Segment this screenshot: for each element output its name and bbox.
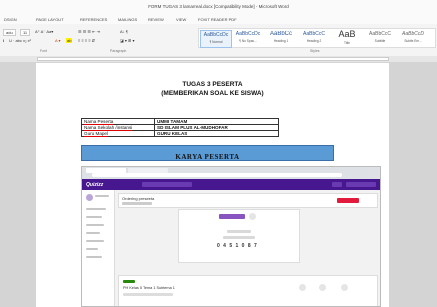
join-url [223, 236, 255, 239]
tab-page-layout[interactable]: PAGE LAYOUT [36, 17, 64, 22]
sidebar-item [86, 240, 104, 242]
join-text [227, 230, 251, 233]
format-icons[interactable]: U · abc x₂ x² [9, 38, 31, 43]
embedded-screenshot[interactable]: Quizizz Ordering preseeta 0 4 5 1 0 8 7 … [81, 166, 381, 307]
sidebar-item [86, 256, 102, 258]
sidebar-item [86, 216, 102, 218]
style-heading-2[interactable]: AaBbCcC Heading 2 [299, 30, 329, 46]
table-row: Guru Mapel GURU KELAS [81, 130, 279, 137]
tab-foxit-reader-pdf[interactable]: FOXIT READER PDF [198, 17, 237, 22]
quizizz-header: Quizizz [82, 179, 380, 190]
style-name: Heading 1 [273, 39, 289, 43]
sidebar-item [86, 248, 98, 250]
header-button [346, 182, 376, 187]
browser-chrome [82, 167, 380, 179]
style-sample: AaBbCc [269, 31, 292, 37]
sort-icon[interactable]: A↓ ¶ [120, 29, 128, 34]
style-name: Title [344, 41, 350, 45]
tab-review[interactable]: REVIEW [148, 17, 164, 22]
quiz-detail-card: PH Kelas 5 Tema 1 Subtema 1 [118, 275, 378, 306]
quizizz-sidebar [82, 190, 115, 306]
address-bar [92, 173, 342, 177]
style-title[interactable]: AaB Title [332, 29, 362, 46]
share-icon [299, 284, 306, 291]
start-button [219, 214, 245, 219]
style-no-spacing[interactable]: AaBbCcDc ¶ No Spac... [233, 30, 263, 46]
sidebar-item [86, 208, 106, 210]
ribbon-tabs: DSIGN PAGE LAYOUT REFERENCES MAILINGS RE… [0, 14, 437, 24]
quiz-title: Ordering preseeta [122, 196, 155, 201]
style-name: Subtitle [374, 39, 386, 43]
highlight-icon[interactable]: ab [66, 38, 73, 43]
join-code-card: 0 4 5 1 0 8 7 [178, 209, 300, 263]
style-name: Heading 2 [306, 39, 322, 43]
grow-font-icon[interactable]: A⁺ A⁻ Aa▾ [35, 29, 53, 34]
quiz-title-card: Ordering preseeta [118, 193, 378, 208]
tab-design[interactable]: DSIGN [4, 17, 17, 22]
style-sample: AaBbCcC [369, 31, 391, 37]
style-sample: AaBbCcC [303, 31, 325, 37]
shading-icon[interactable]: ◪ ▾ ⊞ ▾ [120, 38, 134, 43]
doc-heading-2: (MEMBERIKAN SOAL KE SISWA) [161, 90, 264, 97]
ruler[interactable] [0, 56, 437, 62]
window-title: FORM TUGAS 3 lamarreal.docx [Compatibili… [148, 4, 289, 9]
style-heading-1[interactable]: AaBbCc Heading 1 [266, 30, 296, 46]
more-icon [341, 284, 348, 291]
tab-references[interactable]: REFERENCES [80, 17, 107, 22]
style-subtitle[interactable]: AaBbCcC Subtitle [365, 30, 395, 46]
sidebar-item [95, 195, 109, 197]
quizizz-main: Ordering preseeta 0 4 5 1 0 8 7 PH Kelas… [118, 193, 378, 306]
style-name: ¶ No Spac... [239, 39, 257, 43]
style-normal[interactable]: AaBbCcDc ¶ Normal [200, 30, 232, 48]
karya-peserta-banner: KARYA PESERTA [81, 145, 334, 161]
quiz-detail-meta [123, 293, 173, 296]
style-sample: AaBbCcDc [235, 31, 261, 37]
style-name: Subtle Em... [404, 39, 422, 43]
info-table: Nama Peserta UMMI TAMAM Nama Sekolah /in… [81, 118, 279, 137]
style-sample: AaBbCcDc [203, 32, 229, 38]
settings-icon [249, 213, 256, 220]
font-name-box[interactable]: adu [3, 29, 16, 36]
font-group-label: Font [40, 49, 48, 53]
sidebar-item [86, 224, 104, 226]
paragraph-group-label: Paragraph [110, 49, 127, 53]
font-size-box[interactable]: 11 [20, 29, 31, 36]
style-subtle-emphasis[interactable]: AaBbCcD Subtle Em... [398, 30, 428, 46]
style-sample: AaBbCcD [402, 31, 424, 37]
bold-icon[interactable]: I [3, 38, 4, 43]
sidebar-item [86, 232, 100, 234]
end-button [337, 198, 359, 203]
document-page[interactable]: TUGAS 3 PESERTA (MEMBERIKAN SOAL KE SISW… [36, 63, 389, 307]
join-code: 0 4 5 1 0 8 7 [217, 243, 258, 249]
banner-text: KARYA PESERTA [175, 153, 240, 161]
search-bar [142, 182, 192, 187]
styles-gallery: AaBbCcDc ¶ Normal AaBbCcDc ¶ No Spac... … [198, 28, 436, 48]
tab-view[interactable]: VIEW [176, 17, 186, 22]
avatar [86, 194, 93, 201]
title-bar: FORM TUGAS 3 lamarreal.docx [Compatibili… [0, 0, 437, 14]
font-color-icon[interactable]: A ▾ [55, 38, 61, 43]
style-sample: AaB [338, 29, 356, 39]
doc-heading-1: TUGAS 3 PESERTA [182, 81, 243, 88]
status-badge [123, 280, 135, 283]
tab-mailings[interactable]: MAILINGS [118, 17, 137, 22]
info-value: GURU KELAS [154, 130, 279, 137]
styles-group-label: Styles [310, 49, 320, 53]
quizizz-logo: Quizizz [86, 182, 104, 188]
edit-icon [319, 284, 326, 291]
quiz-meta [122, 202, 152, 205]
list-icons[interactable]: ☰ ☰ ☰ ⇤ ⇥ [78, 29, 100, 34]
style-name: ¶ Normal [209, 40, 223, 44]
ruler-track [37, 57, 389, 61]
info-label: Guru Mapel [81, 130, 155, 137]
ribbon: adu 11 A⁺ A⁻ Aa▾ I U · abc x₂ x² A ▾ ab … [0, 24, 437, 57]
header-button [332, 182, 342, 187]
align-icons[interactable]: ≡ ≡ ≡ ≡ ⇵ [78, 38, 95, 43]
quiz-detail-title: PH Kelas 5 Tema 1 Subtema 1 [123, 286, 175, 290]
